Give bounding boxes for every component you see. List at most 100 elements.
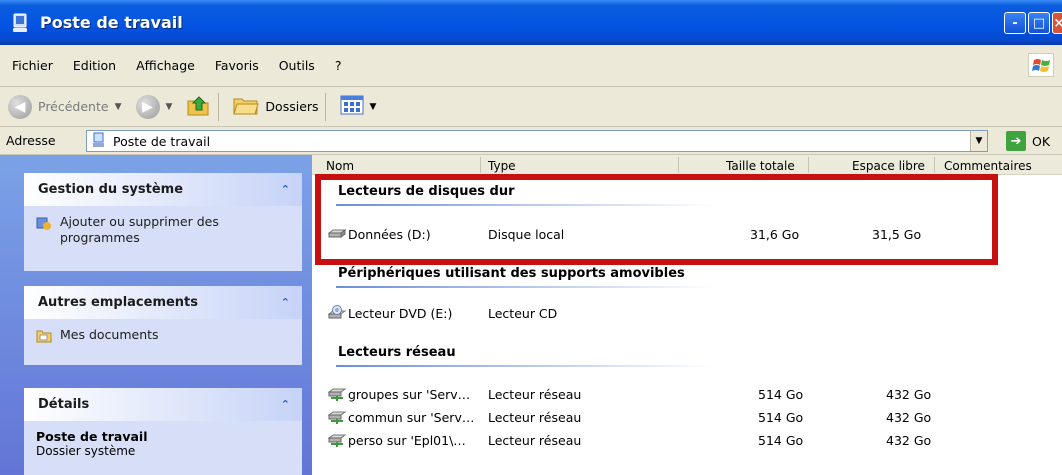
collapse-icon[interactable]: ⌃ xyxy=(281,183,290,196)
group-divider xyxy=(336,286,716,288)
system-tasks-header[interactable]: Gestion du système ⌃ xyxy=(24,173,302,206)
dvd-drive-icon xyxy=(327,305,347,321)
details-item-type: Dossier système xyxy=(36,444,136,458)
network-drive-icon xyxy=(327,409,347,425)
list-item[interactable]: Lecteur DVD (E:) Lecteur CD xyxy=(312,304,1062,324)
windows-logo-icon xyxy=(1028,53,1054,77)
group-title-network: Lecteurs réseau xyxy=(338,345,456,360)
address-bar: Adresse Poste de travail ▼ ➔ OK xyxy=(0,127,1062,155)
system-tasks-body: Ajouter ou supprimer des programmes xyxy=(24,206,302,271)
views-button[interactable]: ▼ xyxy=(340,94,377,119)
menu-edition[interactable]: Edition xyxy=(73,58,116,73)
group-title-removable: Périphériques utilisant des supports amo… xyxy=(338,266,685,281)
item-type: Lecteur réseau xyxy=(488,433,582,448)
list-item[interactable]: groupes sur 'Serv… Lecteur réseau 514 Go… xyxy=(312,385,1062,405)
list-item[interactable]: perso sur 'Epl01\… Lecteur réseau 514 Go… xyxy=(312,431,1062,451)
details-title: Détails xyxy=(38,397,90,412)
my-documents-link[interactable]: Mes documents xyxy=(36,327,290,344)
views-grid-icon xyxy=(340,94,364,119)
address-dropdown-button[interactable]: ▼ xyxy=(970,131,987,151)
column-divider[interactable] xyxy=(808,157,809,173)
column-header: Nom Type Taille totale Espace libre Comm… xyxy=(312,155,1062,175)
address-value: Poste de travail xyxy=(113,133,211,149)
toolbar-separator xyxy=(324,92,326,121)
item-name: Lecteur DVD (E:) xyxy=(348,306,453,321)
details-body: Poste de travail Dossier système xyxy=(24,421,302,475)
toolbar-separator xyxy=(218,92,220,121)
chevron-down-icon[interactable]: ▼ xyxy=(115,102,122,112)
my-documents-label: Mes documents xyxy=(60,327,159,342)
computer-icon xyxy=(10,12,32,34)
column-free-space[interactable]: Espace libre xyxy=(852,159,925,173)
other-places-body: Mes documents xyxy=(24,319,302,365)
forward-button[interactable]: ▶ ▼ xyxy=(135,94,173,119)
up-folder-icon xyxy=(186,93,212,120)
network-drive-icon xyxy=(327,386,347,402)
item-free-space: 432 Go xyxy=(886,433,932,448)
column-total-size[interactable]: Taille totale xyxy=(726,159,795,173)
menu-bar: Fichier Edition Affichage Favoris Outils… xyxy=(0,45,1062,87)
item-name: commun sur 'Serv… xyxy=(348,410,475,425)
add-remove-programs-link[interactable]: Ajouter ou supprimer des programmes xyxy=(36,214,290,246)
computer-icon xyxy=(91,132,107,151)
column-divider[interactable] xyxy=(678,157,679,173)
other-places-panel: Autres emplacements ⌃ Mes documents xyxy=(24,286,302,365)
add-remove-programs-icon xyxy=(36,215,52,231)
back-arrow-icon: ◀ xyxy=(8,94,32,119)
column-divider[interactable] xyxy=(934,157,935,173)
menu-favoris[interactable]: Favoris xyxy=(215,58,259,73)
maximize-button[interactable]: □ xyxy=(1028,12,1050,34)
item-total-size: 514 Go xyxy=(758,433,804,448)
network-drive-icon xyxy=(327,432,347,448)
item-free-space: 432 Go xyxy=(886,410,932,425)
minimize-button[interactable]: - xyxy=(1004,12,1026,34)
window-title: Poste de travail xyxy=(40,13,183,32)
address-label: Adresse xyxy=(6,133,56,148)
collapse-icon[interactable]: ⌃ xyxy=(281,398,290,411)
up-folder-button[interactable] xyxy=(186,93,212,120)
folder-icon xyxy=(36,328,52,344)
item-type: Lecteur CD xyxy=(488,306,558,321)
column-comments[interactable]: Commentaires xyxy=(944,159,1032,173)
folder-icon xyxy=(233,94,260,119)
back-button[interactable]: ◀ Précédente ▼ xyxy=(8,94,122,119)
details-item-name: Poste de travail xyxy=(36,429,148,444)
group-divider xyxy=(336,365,716,367)
menu-help[interactable]: ? xyxy=(335,58,342,73)
item-name: groupes sur 'Serv… xyxy=(348,387,471,402)
task-pane: Gestion du système ⌃ Ajouter ou supprime… xyxy=(0,155,312,475)
folders-button[interactable]: Dossiers xyxy=(233,94,319,119)
chevron-down-icon[interactable]: ▼ xyxy=(166,102,173,112)
other-places-header[interactable]: Autres emplacements ⌃ xyxy=(24,286,302,319)
item-free-space: 432 Go xyxy=(886,387,932,402)
item-total-size: 514 Go xyxy=(758,410,804,425)
details-panel: Détails ⌃ Poste de travail Dossier systè… xyxy=(24,388,302,475)
menu-affichage[interactable]: Affichage xyxy=(136,58,195,73)
other-places-title: Autres emplacements xyxy=(38,295,199,310)
collapse-icon[interactable]: ⌃ xyxy=(281,296,290,309)
menu-fichier[interactable]: Fichier xyxy=(12,58,53,73)
close-button[interactable]: × xyxy=(1052,12,1062,34)
system-tasks-title: Gestion du système xyxy=(38,182,184,197)
go-arrow-icon: ➔ xyxy=(1006,131,1026,151)
column-divider[interactable] xyxy=(480,157,481,173)
details-header[interactable]: Détails ⌃ xyxy=(24,388,302,421)
column-type[interactable]: Type xyxy=(488,159,516,173)
go-label: OK xyxy=(1032,133,1051,149)
column-name[interactable]: Nom xyxy=(326,159,354,173)
highlight-box xyxy=(315,174,998,265)
item-name: perso sur 'Epl01\… xyxy=(348,433,466,448)
forward-arrow-icon: ▶ xyxy=(135,94,160,119)
folders-label: Dossiers xyxy=(265,99,319,114)
chevron-down-icon[interactable]: ▼ xyxy=(370,102,377,112)
toolbar: ◀ Précédente ▼ ▶ ▼ Dossiers ▼ xyxy=(0,87,1062,127)
add-remove-programs-label: Ajouter ou supprimer des programmes xyxy=(60,214,219,245)
address-input[interactable]: Poste de travail ▼ xyxy=(86,130,988,152)
title-bar: Poste de travail - □ × xyxy=(0,0,1062,45)
go-button[interactable]: ➔ OK xyxy=(1006,131,1050,151)
back-label: Précédente xyxy=(38,99,109,114)
menu-outils[interactable]: Outils xyxy=(279,58,315,73)
item-type: Lecteur réseau xyxy=(488,410,582,425)
list-item[interactable]: commun sur 'Serv… Lecteur réseau 514 Go … xyxy=(312,408,1062,428)
item-total-size: 514 Go xyxy=(758,387,804,402)
